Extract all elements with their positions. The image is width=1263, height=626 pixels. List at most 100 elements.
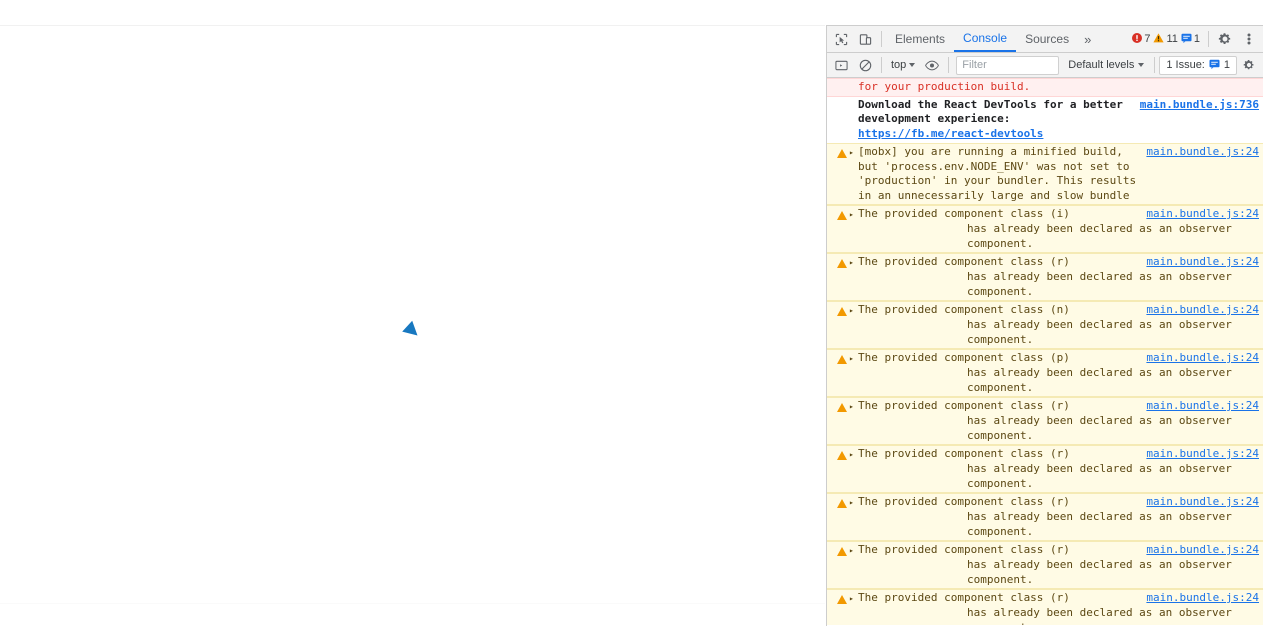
console-message-warning-observer[interactable]: ▸ The provided component class (r) main.bu… (827, 589, 1263, 625)
devtools-tabbar: Elements Console Sources » 7 11 1 (827, 26, 1263, 53)
console-filter-bar: top Filter Default levels 1 Issue: 1 (827, 53, 1263, 78)
console-message-warning-observer[interactable]: ▸ The provided component class (n) main.bu… (827, 301, 1263, 349)
message-text: The provided component class (r) (858, 255, 1070, 268)
expand-arrow-icon[interactable]: ▸ (849, 447, 858, 462)
observer-warning-group: ▸ The provided component class (i) main.bu… (827, 205, 1263, 625)
expand-arrow-icon[interactable]: ▸ (849, 591, 858, 606)
message-bubble-icon (1181, 33, 1192, 46)
expand-arrow-spacer (849, 80, 858, 95)
message-source-link[interactable]: main.bundle.js:24 (1140, 399, 1259, 414)
issues-button[interactable]: 1 Issue: 1 (1159, 55, 1237, 75)
react-message-body: Download the React DevTools for a better… (858, 97, 1130, 126)
message-text: The provided component class (p) (858, 351, 1070, 364)
message-source-link[interactable]: main.bundle.js:24 (1140, 543, 1259, 558)
execution-context-value: top (891, 59, 907, 71)
message-source-link[interactable]: main.bundle.js:24 (1140, 207, 1259, 222)
console-message-warning-observer[interactable]: ▸ The provided component class (r) main.bu… (827, 541, 1263, 589)
page-bottom-divider (0, 603, 825, 604)
message-text: The provided component class (r) (858, 447, 1070, 460)
expand-arrow-icon[interactable]: ▸ (849, 145, 858, 203)
issues-count: 1 (1223, 59, 1230, 71)
devtools-overflow-menu-icon[interactable] (1237, 27, 1261, 51)
message-source-link[interactable]: main.bundle.js:736 (1134, 98, 1259, 113)
message-text: Download the React DevTools for a better… (858, 98, 1134, 142)
message-source-link[interactable]: main.bundle.js:24 (1140, 351, 1259, 366)
tabbar-divider (881, 31, 882, 47)
inspect-element-icon[interactable] (829, 27, 853, 51)
page-top-divider (0, 25, 825, 26)
message-source-link[interactable]: main.bundle.js:24 (1140, 495, 1259, 510)
tab-console[interactable]: Console (954, 26, 1017, 52)
message-source-link[interactable]: main.bundle.js:24 (1140, 447, 1259, 462)
warning-triangle-icon (835, 399, 849, 414)
message-gutter (835, 80, 849, 95)
console-message-warning-observer[interactable]: ▸ The provided component class (p) main.bu… (827, 349, 1263, 397)
console-message-react-devtools[interactable]: Download the React DevTools for a better… (827, 96, 1263, 143)
console-message-warning-observer[interactable]: ▸ The provided component class (r) main.bu… (827, 397, 1263, 445)
warning-counter[interactable]: 11 (1153, 32, 1178, 46)
info-counter[interactable]: 1 (1181, 33, 1200, 46)
issue-counters: 7 11 1 (1128, 32, 1204, 46)
message-text-continued: has already been declared as an observer… (967, 558, 1232, 586)
message-source-link[interactable]: main.bundle.js:24 (1140, 303, 1259, 318)
expand-arrow-spacer (849, 98, 858, 142)
message-text: for your production build. (858, 80, 1031, 93)
warning-triangle-icon (1153, 32, 1165, 46)
error-count: 7 (1144, 33, 1151, 45)
live-expression-eye-icon[interactable] (920, 53, 944, 77)
expand-arrow-icon[interactable]: ▸ (849, 207, 858, 222)
message-text: The provided component class (n) (858, 303, 1070, 316)
expand-arrow-icon[interactable]: ▸ (849, 543, 858, 558)
message-source-link[interactable]: main.bundle.js:24 (1140, 255, 1259, 270)
console-message-warning-observer[interactable]: ▸ The provided component class (r) main.bu… (827, 493, 1263, 541)
console-message-warning-observer[interactable]: ▸ The provided component class (r) main.bu… (827, 253, 1263, 301)
message-source-link[interactable]: main.bundle.js:24 (1140, 591, 1259, 606)
tab-sources[interactable]: Sources (1016, 26, 1078, 52)
warning-triangle-icon (835, 543, 849, 558)
react-devtools-link[interactable]: https://fb.me/react-devtools (858, 127, 1043, 140)
console-settings-icon[interactable] (1237, 53, 1261, 77)
filter-placeholder: Filter (962, 59, 987, 71)
warning-triangle-icon (835, 145, 849, 203)
devtools-panel: Elements Console Sources » 7 11 1 top Fi… (826, 25, 1263, 626)
message-text-continued: has already been declared as an observer… (967, 318, 1232, 346)
console-message-warning-observer[interactable]: ▸ The provided component class (r) main.bu… (827, 445, 1263, 493)
expand-arrow-icon[interactable]: ▸ (849, 351, 858, 366)
message-text: The provided component class (r) (858, 591, 1070, 604)
warning-triangle-icon (835, 207, 849, 222)
log-levels-value: Default levels (1068, 59, 1135, 71)
error-counter[interactable]: 7 (1132, 32, 1151, 46)
execution-context-select[interactable]: top (886, 56, 920, 75)
message-text: The provided component class (r) (858, 399, 1070, 412)
console-sidebar-toggle-icon[interactable] (829, 53, 853, 77)
filterbar-divider-1 (881, 57, 882, 73)
screenshot-root: Elements Console Sources » 7 11 1 top Fi… (0, 0, 1263, 626)
message-source-link[interactable]: main.bundle.js:24 (1140, 145, 1259, 160)
warning-triangle-icon (835, 447, 849, 462)
filterbar-divider-3 (1154, 57, 1156, 73)
message-text-continued: has already been declared as an observer… (967, 510, 1232, 538)
log-levels-select[interactable]: Default levels (1062, 56, 1150, 75)
tabbar-divider-2 (1208, 31, 1209, 47)
console-filter-input[interactable]: Filter (956, 55, 1060, 75)
console-message-list[interactable]: for your production build. Download the … (827, 78, 1263, 625)
expand-arrow-icon[interactable]: ▸ (849, 303, 858, 318)
warning-triangle-icon (835, 351, 849, 366)
expand-arrow-icon[interactable]: ▸ (849, 399, 858, 414)
message-text: The provided component class (r) (858, 543, 1070, 556)
clear-console-icon[interactable] (853, 53, 877, 77)
console-message-error-truncated[interactable]: for your production build. (827, 78, 1263, 97)
message-text: The provided component class (i) (858, 207, 1070, 220)
expand-arrow-icon[interactable]: ▸ (849, 495, 858, 510)
tab-elements[interactable]: Elements (886, 26, 954, 52)
device-toolbar-icon[interactable] (853, 27, 877, 51)
more-tabs-icon[interactable]: » (1078, 26, 1097, 52)
warning-count: 11 (1166, 33, 1178, 45)
console-message-warning-mobx[interactable]: ▸ [mobx] you are running a minified buil… (827, 143, 1263, 205)
message-text: [mobx] you are running a minified build,… (858, 145, 1143, 202)
expand-arrow-icon[interactable]: ▸ (849, 255, 858, 270)
message-gutter (835, 98, 849, 142)
settings-gear-icon[interactable] (1213, 27, 1237, 51)
blue-triangle-marker[interactable] (399, 318, 421, 340)
console-message-warning-observer[interactable]: ▸ The provided component class (i) main.bu… (827, 205, 1263, 253)
